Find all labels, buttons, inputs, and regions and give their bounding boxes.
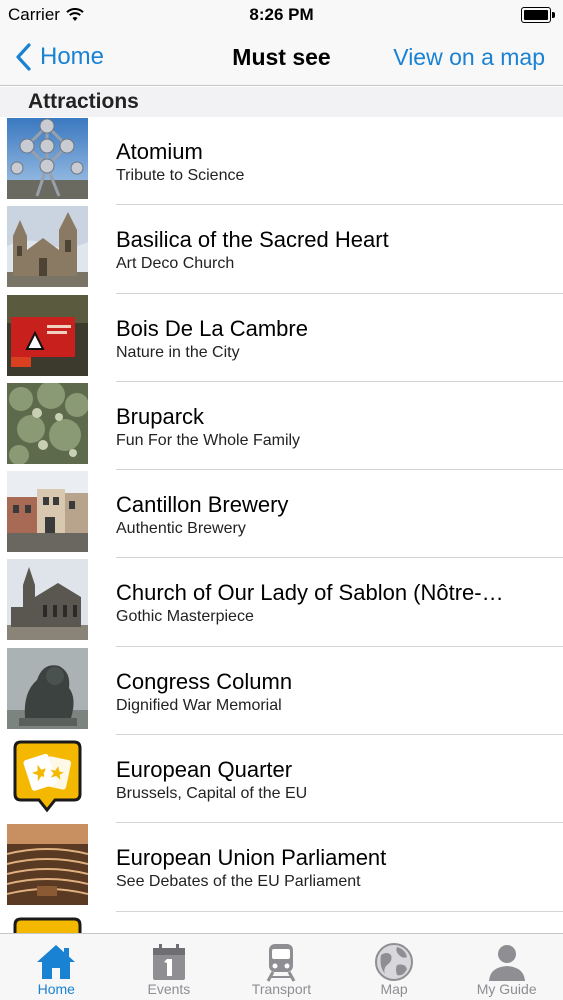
eu-parliament-photo bbox=[7, 824, 88, 906]
tab-home[interactable]: Home bbox=[0, 934, 113, 1000]
tab-label: Transport bbox=[251, 981, 312, 997]
bruparck-photo bbox=[7, 382, 88, 464]
item-title: Basilica of the Sacred Heart bbox=[116, 227, 389, 253]
list-item-congress-column[interactable]: Congress Column Dignified War Memorial bbox=[0, 647, 563, 736]
cantillon-brewery-photo bbox=[7, 471, 88, 553]
atomium-photo bbox=[7, 118, 88, 199]
item-title: Church of Our Lady of Sablon (Nôtre-… bbox=[116, 580, 504, 606]
item-title: Cantillon Brewery bbox=[116, 492, 289, 518]
back-button[interactable]: Home bbox=[14, 42, 104, 72]
tickets-placeholder-icon bbox=[7, 736, 88, 818]
item-subtitle: Brussels, Capital of the EU bbox=[116, 785, 308, 803]
view-on-map-button[interactable]: View on a map bbox=[393, 44, 545, 71]
navigation-bar: Home Must see View on a map bbox=[0, 30, 563, 86]
tab-map[interactable]: Map bbox=[338, 934, 451, 1000]
section-title: Attractions bbox=[28, 90, 139, 113]
item-subtitle: Tribute to Science bbox=[116, 167, 245, 184]
tickets-placeholder-icon bbox=[7, 912, 88, 933]
item-title: Bois De La Cambre bbox=[116, 315, 308, 341]
tab-transport[interactable]: Transport bbox=[225, 934, 338, 1000]
section-header: Attractions bbox=[0, 87, 563, 117]
item-title: Atomium bbox=[116, 139, 203, 164]
item-subtitle: Fun For the Whole Family bbox=[116, 431, 301, 449]
chevron-left-icon bbox=[16, 43, 31, 71]
item-title: European Union Parliament bbox=[116, 845, 387, 871]
person-icon bbox=[488, 945, 525, 981]
item-subtitle: Dignified War Memorial bbox=[116, 696, 282, 714]
basilica-photo bbox=[7, 206, 88, 288]
home-icon bbox=[37, 945, 76, 979]
list-item-bois-de-la-cambre[interactable]: Bois De La Cambre Nature in the City bbox=[0, 294, 563, 382]
item-subtitle: Art Deco Church bbox=[116, 255, 235, 273]
list-item-cantillon-brewery[interactable]: Cantillon Brewery Authentic Brewery bbox=[0, 470, 563, 559]
tab-label: Map bbox=[380, 981, 408, 997]
item-subtitle: Gothic Masterpiece bbox=[116, 608, 254, 626]
tab-label: Home bbox=[37, 981, 75, 997]
tab-events[interactable]: Events bbox=[113, 934, 226, 1000]
tab-label: My Guide bbox=[476, 981, 537, 997]
back-button-label: Home bbox=[40, 43, 105, 70]
list-item-atomium[interactable]: Atomium Tribute to Science bbox=[0, 117, 563, 206]
congress-column-photo bbox=[7, 647, 88, 729]
list-item-bruparck[interactable]: Bruparck Fun For the Whole Family bbox=[0, 382, 563, 471]
list-item-eu-parliament[interactable]: European Union Parliament See Debates of… bbox=[0, 823, 563, 912]
battery-icon bbox=[521, 7, 555, 23]
globe-icon bbox=[375, 943, 414, 981]
tab-bar: Home Events Transport Map My Guide bbox=[0, 933, 563, 1000]
list-item-sablon-church[interactable]: Church of Our Lady of Sablon (Nôtre-… Go… bbox=[0, 558, 563, 647]
sablon-church-photo bbox=[7, 559, 88, 641]
tab-label: Events bbox=[147, 981, 191, 997]
item-subtitle: Authentic Brewery bbox=[116, 520, 246, 538]
calendar-icon bbox=[152, 944, 185, 980]
train-icon bbox=[267, 944, 296, 982]
bois-de-la-cambre-photo bbox=[7, 294, 88, 376]
item-title: Bruparck bbox=[116, 403, 205, 429]
status-time: 8:26 PM bbox=[249, 5, 314, 24]
tab-my-guide[interactable]: My Guide bbox=[450, 934, 563, 1000]
item-title: Congress Column bbox=[116, 668, 293, 694]
item-subtitle: See Debates of the EU Parliament bbox=[116, 873, 361, 891]
list-item-european-quarter[interactable]: European Quarter Brussels, Capital of th… bbox=[0, 735, 563, 824]
status-bar: Carrier 8:26 PM bbox=[0, 0, 563, 30]
item-title: European Quarter bbox=[116, 757, 293, 783]
attractions-list[interactable]: Atomium Tribute to Science Basilica of t… bbox=[0, 117, 563, 933]
list-item-partial[interactable] bbox=[0, 912, 563, 933]
item-subtitle: Nature in the City bbox=[116, 343, 240, 361]
list-item-basilica[interactable]: Basilica of the Sacred Heart Art Deco Ch… bbox=[0, 205, 563, 294]
